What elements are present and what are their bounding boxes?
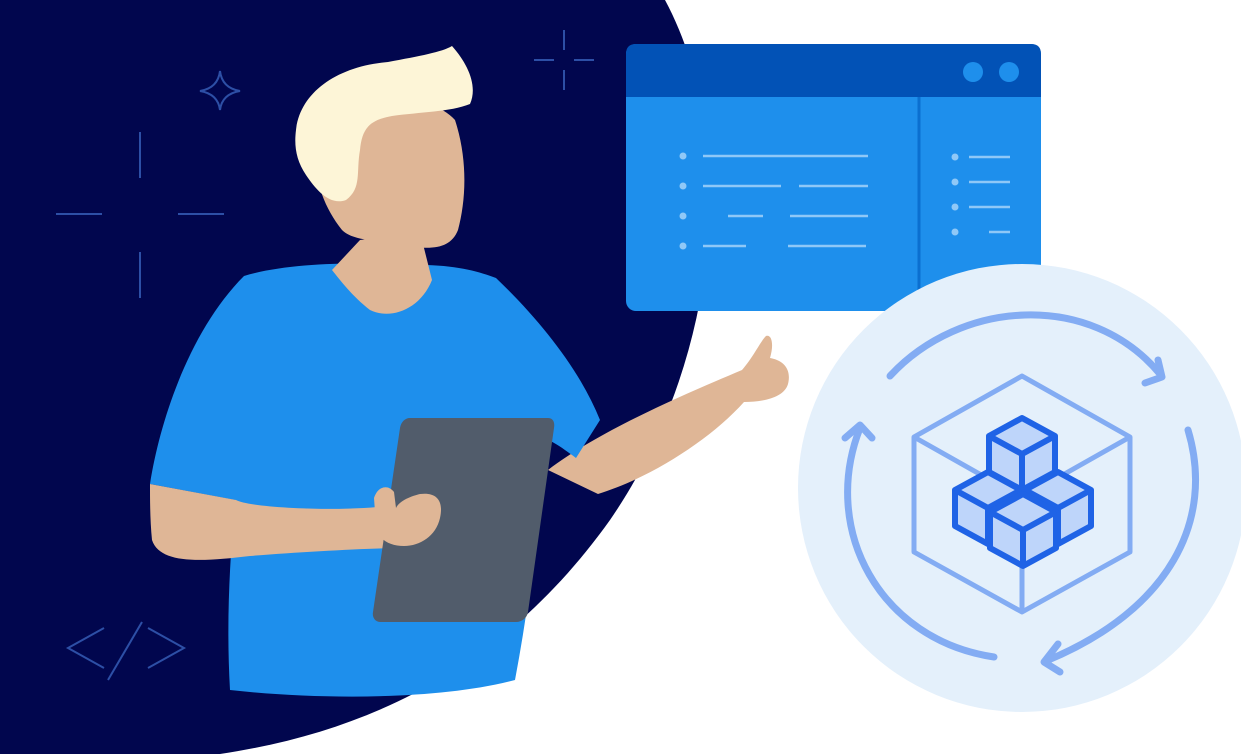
deployment-cycle-badge — [798, 264, 1241, 712]
developer-illustration: </> — [0, 0, 1241, 754]
window-control-dot — [999, 62, 1019, 82]
window-control-dot — [963, 62, 983, 82]
